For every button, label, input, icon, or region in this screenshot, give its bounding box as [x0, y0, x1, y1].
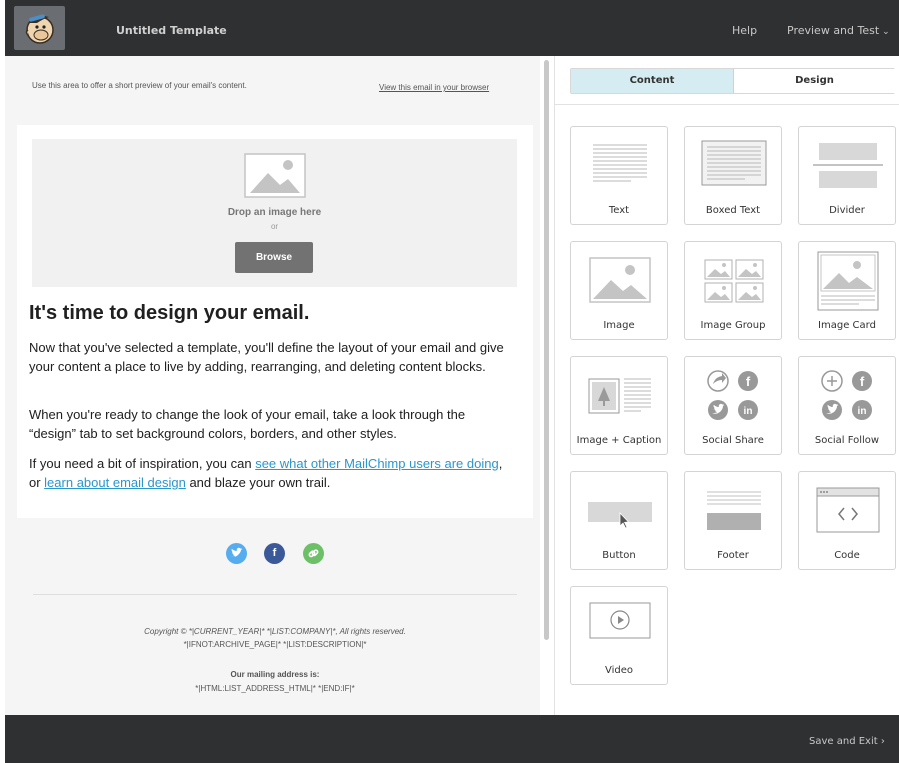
email-paragraph-1: Now that you've selected a template, you…: [29, 340, 504, 374]
preview-and-test-label: Preview and Test: [787, 24, 880, 37]
paragraph-3-prefix: If you need a bit of inspiration, you ca…: [29, 456, 256, 471]
block-label: Divider: [829, 205, 865, 216]
tabs-divider: [555, 104, 899, 105]
view-in-browser-link[interactable]: View this email in your browser: [379, 81, 499, 95]
social-share-icon: f in: [707, 370, 758, 420]
twitter-icon[interactable]: [226, 543, 247, 564]
block-button[interactable]: Button: [570, 471, 668, 570]
social-follow-icon: f in: [821, 370, 872, 420]
bottom-bar: Save and Exit ›: [5, 715, 899, 763]
email-design-link[interactable]: learn about email design: [44, 475, 186, 490]
save-and-exit-label: Save and Exit: [809, 736, 878, 747]
email-editor-pane: Use this area to offer a short preview o…: [5, 56, 540, 715]
top-bar: Untitled Template Help Preview and Test ⌄: [5, 0, 899, 56]
facebook-icon[interactable]: f: [264, 543, 285, 564]
browse-button[interactable]: Browse: [235, 242, 313, 273]
block-social-follow[interactable]: f in Social Follow: [798, 356, 896, 455]
button-block-icon: [588, 502, 652, 529]
paragraph-3-suffix: and blaze your own trail.: [185, 475, 331, 490]
text-block-icon: [593, 144, 647, 182]
pane-divider: [554, 56, 555, 715]
block-divider[interactable]: Divider: [798, 126, 896, 225]
image-caption-icon: [588, 378, 651, 414]
drop-image-text: Drop an image here: [227, 207, 322, 218]
image-card-icon: [817, 251, 879, 311]
preheader-text[interactable]: Use this area to offer a short preview o…: [32, 81, 332, 90]
block-image-group[interactable]: Image Group: [684, 241, 782, 340]
block-label: Image + Caption: [576, 435, 662, 446]
mailchimp-users-link[interactable]: see what other MailChimp users are doing: [255, 456, 499, 471]
link-icon[interactable]: [303, 543, 324, 564]
block-label: Image Group: [700, 320, 766, 331]
mailchimp-logo[interactable]: [14, 6, 65, 50]
chevron-down-icon: ⌄: [882, 27, 890, 37]
block-image-card[interactable]: Image Card: [798, 241, 896, 340]
image-group-icon: [704, 259, 764, 303]
social-links-row[interactable]: f: [226, 543, 336, 569]
block-label: Code: [834, 550, 860, 561]
block-label: Boxed Text: [705, 205, 761, 216]
boxed-text-icon: [701, 140, 767, 186]
block-label: Text: [608, 205, 630, 216]
panel-tabs: Content Design: [570, 68, 895, 94]
block-video[interactable]: Video: [570, 586, 668, 685]
block-footer[interactable]: Footer: [684, 471, 782, 570]
image-placeholder-icon: [244, 153, 306, 198]
footer-address-value: *|HTML:LIST_ADDRESS_HTML|* *|END:IF|*: [195, 684, 355, 693]
email-paragraph-3: If you need a bit of inspiration, you ca…: [29, 454, 514, 492]
block-label: Image Card: [818, 320, 876, 331]
block-label: Image: [603, 320, 635, 331]
svg-text:in: in: [744, 406, 753, 417]
save-and-exit-button[interactable]: Save and Exit ›: [809, 736, 885, 747]
block-label: Social Follow: [814, 435, 880, 446]
footer-archive-merge-tags: *|IFNOT:ARCHIVE_PAGE|* *|LIST:DESCRIPTIO…: [183, 640, 367, 649]
email-headline: It's time to design your email.: [29, 302, 310, 324]
block-image[interactable]: Image: [570, 241, 668, 340]
email-paragraph-2: When you're ready to change the look of …: [29, 407, 466, 441]
video-block-icon: [589, 602, 651, 639]
svg-text:f: f: [860, 374, 865, 389]
block-image-caption[interactable]: Image + Caption: [570, 356, 668, 455]
block-label: Footer: [717, 550, 749, 561]
footer-copyright: Copyright © *|CURRENT_YEAR|* *|LIST:COMP…: [144, 627, 406, 636]
editor-scrollbar[interactable]: [544, 60, 549, 640]
chimp-logo-icon: [25, 14, 54, 44]
block-text[interactable]: Text: [570, 126, 668, 225]
divider-block-icon: [813, 143, 883, 188]
block-label: Social Share: [702, 435, 764, 446]
email-body-block[interactable]: Drop an image here or Browse It's time t…: [17, 125, 533, 518]
code-block-icon: [816, 487, 880, 533]
footer-block-icon: [707, 491, 761, 530]
chevron-right-icon: ›: [880, 736, 885, 747]
svg-text:in: in: [858, 406, 867, 417]
tab-design[interactable]: Design: [734, 69, 895, 93]
block-label: Button: [602, 550, 636, 561]
tab-content[interactable]: Content: [571, 69, 734, 93]
footer-address-label: Our mailing address is:: [230, 670, 320, 679]
image-block-icon: [589, 257, 651, 303]
block-boxed-text[interactable]: Boxed Text: [684, 126, 782, 225]
footer-divider: [33, 594, 517, 595]
image-drop-zone[interactable]: Drop an image here or Browse: [32, 139, 517, 287]
block-code[interactable]: Code: [798, 471, 896, 570]
block-social-share[interactable]: f in Social Share: [684, 356, 782, 455]
svg-text:f: f: [746, 374, 751, 389]
template-title[interactable]: Untitled Template: [116, 24, 227, 37]
preview-and-test-menu[interactable]: Preview and Test ⌄: [787, 24, 890, 37]
drop-or-text: or: [270, 222, 279, 231]
block-label: Video: [604, 665, 634, 676]
help-link[interactable]: Help: [732, 24, 757, 37]
